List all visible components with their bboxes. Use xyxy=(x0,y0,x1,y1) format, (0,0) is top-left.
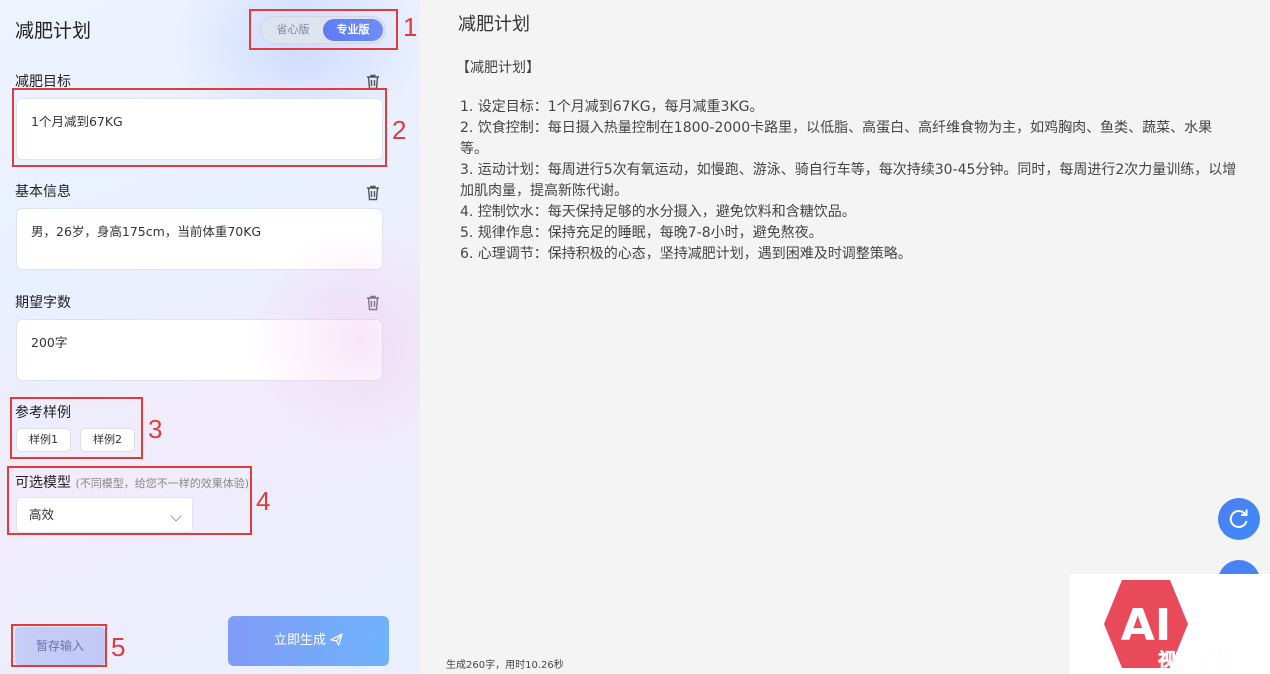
result-line: 6. 心理调节：保持积极的心态，坚持减肥计划，遇到困难及时调整策略。 xyxy=(460,246,912,262)
svg-text:视频贴吧: 视频贴吧 xyxy=(1158,649,1230,671)
callout-box xyxy=(10,397,143,459)
callout-number: 3 xyxy=(148,414,163,444)
callout-number: 4 xyxy=(256,486,271,516)
trash-icon[interactable] xyxy=(364,294,382,312)
info-label: 基本信息 xyxy=(15,184,71,200)
result-panel: 减肥计划 【减肥计划】 1. 设定目标：1个月减到67KG，每月减重3KG。 2… xyxy=(420,0,1270,674)
info-input[interactable]: 男，26岁，身高175cm，当前体重70KG xyxy=(16,208,383,270)
callout-number: 1 xyxy=(403,12,418,42)
svg-text:AI: AI xyxy=(1121,600,1171,651)
generation-status: 生成260字，用时10.26秒 xyxy=(446,660,564,671)
panel-title: 减肥计划 xyxy=(15,20,92,42)
result-title: 减肥计划 xyxy=(458,14,530,35)
result-line: 2. 饮食控制：每日摄入热量控制在1800-2000卡路里，以低脂、高蛋白、高纤… xyxy=(460,120,1213,157)
send-icon xyxy=(330,633,343,646)
result-line: 5. 规律作息：保持充足的睡眠，每晚7-8小时，避免熬夜。 xyxy=(460,225,823,241)
result-body: 1. 设定目标：1个月减到67KG，每月减重3KG。 2. 饮食控制：每日摄入热… xyxy=(460,97,1240,265)
ai-logo-icon: AI 视频贴吧 xyxy=(1104,580,1230,671)
callout-box xyxy=(11,624,107,667)
generate-button-label: 立即生成 xyxy=(273,633,326,648)
generate-button[interactable]: 立即生成 xyxy=(228,616,389,666)
refresh-icon xyxy=(1229,509,1248,528)
result-line: 4. 控制饮水：每天保持足够的水分摄入，避免饮料和含糖饮品。 xyxy=(460,204,856,220)
result-line: 3. 运动计划：每周进行5次有氧运动，如慢跑、游泳、骑自行车等，每次持续30-4… xyxy=(460,162,1237,199)
callout-box xyxy=(7,466,252,535)
callout-number: 2 xyxy=(392,115,407,145)
words-input[interactable]: 200字 xyxy=(16,319,383,381)
callout-box xyxy=(249,9,398,50)
trash-icon[interactable] xyxy=(364,184,382,202)
result-heading: 【减肥计划】 xyxy=(456,60,540,76)
result-line: 1. 设定目标：1个月减到67KG，每月减重3KG。 xyxy=(460,99,764,115)
callout-box xyxy=(12,88,387,167)
refresh-button[interactable] xyxy=(1218,498,1260,540)
watermark-logo: AI 视频贴吧 xyxy=(1070,574,1270,674)
callout-number: 5 xyxy=(111,632,126,662)
words-label: 期望字数 xyxy=(15,295,71,311)
